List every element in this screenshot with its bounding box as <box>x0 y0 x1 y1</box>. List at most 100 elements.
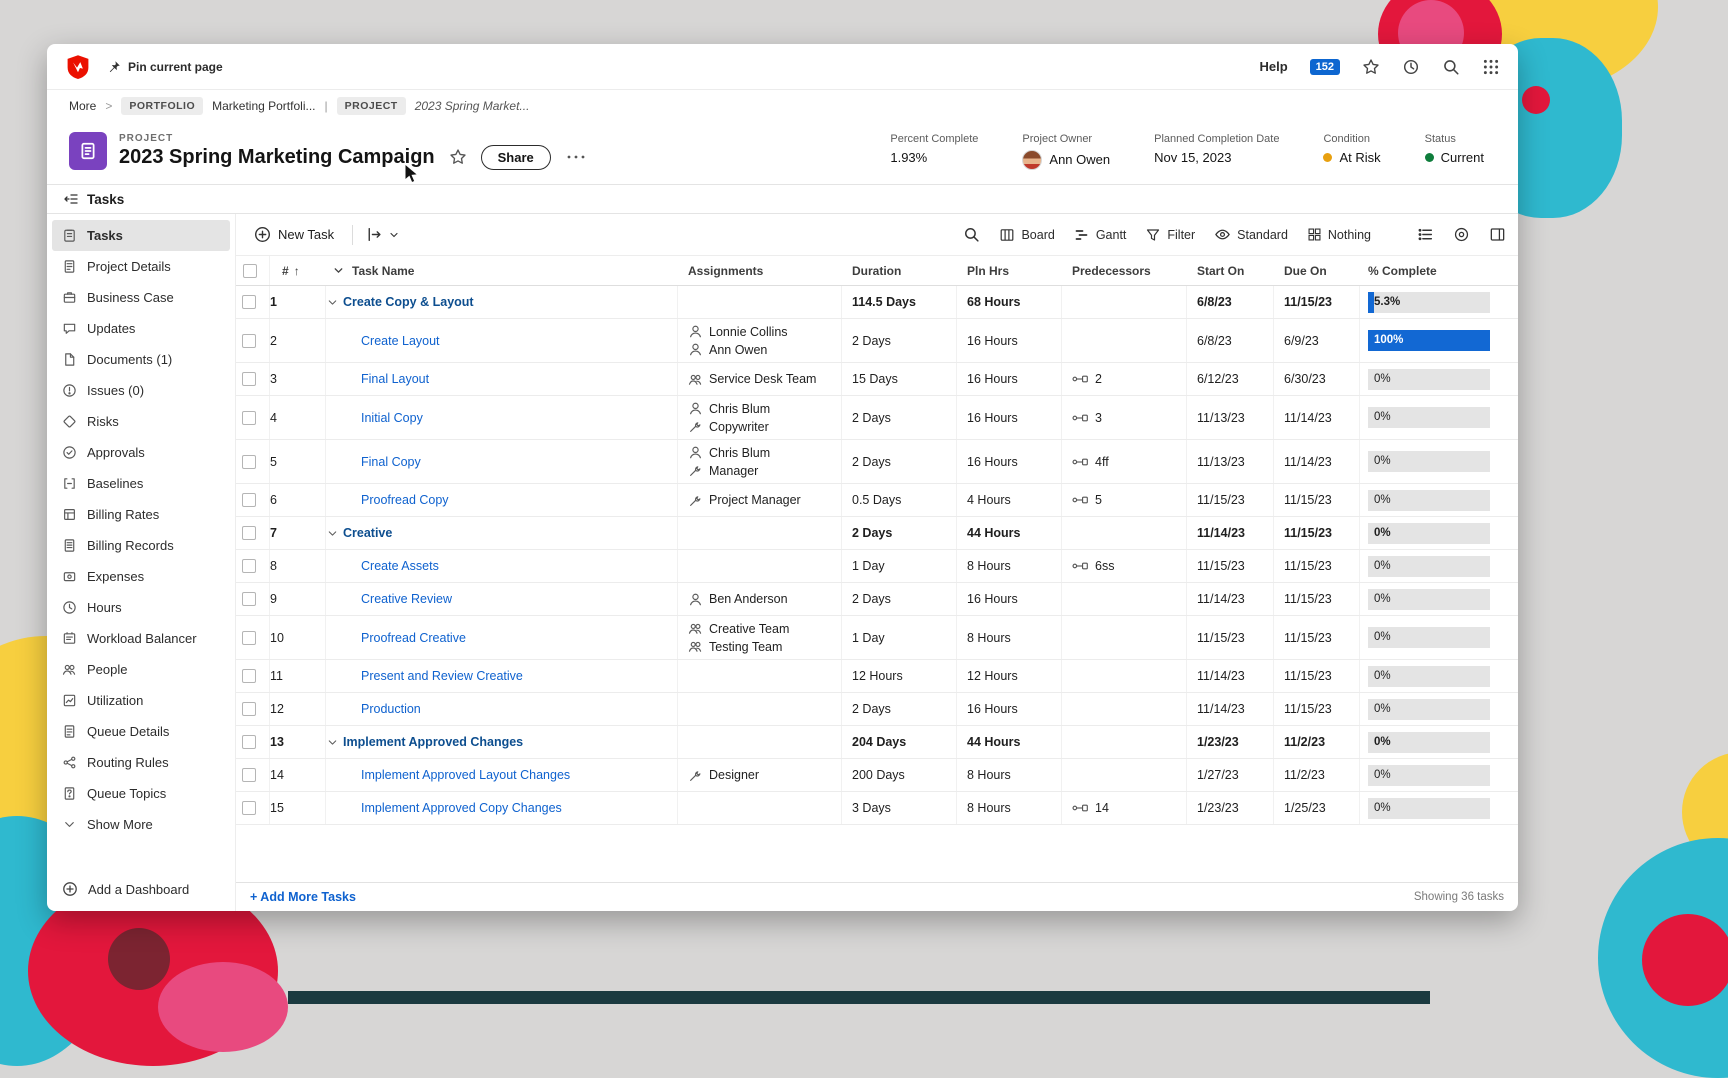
sidebar-item-project-details[interactable]: Project Details <box>52 251 230 282</box>
export-button[interactable] <box>365 226 400 243</box>
percent-complete-bar[interactable]: 0% <box>1368 369 1490 390</box>
column-start-on[interactable]: Start On <box>1197 264 1244 278</box>
percent-complete-bar[interactable]: 0% <box>1368 589 1490 610</box>
breadcrumb-portfolio[interactable]: Marketing Portfoli... <box>212 99 315 113</box>
pin-current-page-button[interactable]: Pin current page <box>107 60 223 74</box>
history-icon[interactable] <box>1402 58 1420 76</box>
percent-complete-bar[interactable]: 0% <box>1368 556 1490 577</box>
left-panel-icon[interactable] <box>63 191 79 207</box>
task-name-link[interactable]: Create Layout <box>361 334 440 348</box>
percent-complete-bar[interactable]: 0% <box>1368 666 1490 687</box>
row-checkbox[interactable] <box>242 702 256 716</box>
expand-collapse-icon[interactable] <box>326 527 339 540</box>
task-name-link[interactable]: Create Copy & Layout <box>343 295 474 309</box>
sidebar-item-billing-records[interactable]: Billing Records <box>52 530 230 561</box>
gantt-button[interactable]: Gantt <box>1074 227 1127 243</box>
sidebar-item-expenses[interactable]: Expenses <box>52 561 230 592</box>
percent-complete-bar[interactable]: 100% <box>1368 330 1490 351</box>
percent-complete-bar[interactable]: 0% <box>1368 627 1490 648</box>
task-name-link[interactable]: Implement Approved Copy Changes <box>361 801 562 815</box>
sidebar-item-risks[interactable]: Risks <box>52 406 230 437</box>
column-percent-complete[interactable]: % Complete <box>1368 264 1437 278</box>
row-checkbox[interactable] <box>242 526 256 540</box>
sidebar-item-billing-rates[interactable]: Billing Rates <box>52 499 230 530</box>
row-checkbox[interactable] <box>242 334 256 348</box>
share-button[interactable]: Share <box>481 145 551 170</box>
list-view-icon[interactable] <box>1417 226 1434 243</box>
row-checkbox[interactable] <box>242 735 256 749</box>
breadcrumb-more[interactable]: More <box>69 99 96 113</box>
table-search-icon[interactable] <box>963 226 980 243</box>
row-checkbox[interactable] <box>242 372 256 386</box>
column-number[interactable]: # <box>282 264 289 278</box>
predecessor-value[interactable]: 5 <box>1095 493 1102 507</box>
add-dashboard-button[interactable]: Add a Dashboard <box>47 867 235 911</box>
task-name-link[interactable]: Initial Copy <box>361 411 423 425</box>
search-icon[interactable] <box>1442 58 1460 76</box>
sidebar-item-queue-topics[interactable]: Queue Topics <box>52 778 230 809</box>
row-checkbox[interactable] <box>242 768 256 782</box>
add-more-tasks-link[interactable]: + Add More Tasks <box>250 890 356 904</box>
row-checkbox[interactable] <box>242 592 256 606</box>
percent-complete-bar[interactable]: 0% <box>1368 407 1490 428</box>
sidebar-item-issues-0[interactable]: Issues (0) <box>52 375 230 406</box>
task-name-link[interactable]: Create Assets <box>361 559 439 573</box>
percent-complete-bar[interactable]: 5.3% <box>1368 292 1490 313</box>
new-task-button[interactable]: New Task <box>248 226 340 243</box>
predecessor-value[interactable]: 6ss <box>1095 559 1114 573</box>
view-selector[interactable]: Standard <box>1214 226 1288 243</box>
task-name-link[interactable]: Implement Approved Changes <box>343 735 523 749</box>
task-name-link[interactable]: Production <box>361 702 421 716</box>
column-assignments[interactable]: Assignments <box>688 264 763 278</box>
sidebar-item-tasks[interactable]: Tasks <box>52 220 230 251</box>
sidebar-item-routing-rules[interactable]: Routing Rules <box>52 747 230 778</box>
sidebar-item-workload-balancer[interactable]: Workload Balancer <box>52 623 230 654</box>
percent-complete-bar[interactable]: 0% <box>1368 523 1490 544</box>
task-name-link[interactable]: Final Layout <box>361 372 429 386</box>
task-name-link[interactable]: Proofread Copy <box>361 493 449 507</box>
percent-complete-bar[interactable]: 0% <box>1368 732 1490 753</box>
column-pln-hrs[interactable]: Pln Hrs <box>967 264 1009 278</box>
help-link[interactable]: Help <box>1259 59 1287 74</box>
sidebar-item-updates[interactable]: Updates <box>52 313 230 344</box>
row-checkbox[interactable] <box>242 631 256 645</box>
predecessor-value[interactable]: 3 <box>1095 411 1102 425</box>
favorites-star-icon[interactable] <box>1362 58 1380 76</box>
predecessor-value[interactable]: 14 <box>1095 801 1109 815</box>
breadcrumb-project[interactable]: 2023 Spring Market... <box>415 99 530 113</box>
notification-badge[interactable]: 152 <box>1310 59 1340 75</box>
column-duration[interactable]: Duration <box>852 264 901 278</box>
expand-collapse-icon[interactable] <box>326 296 339 309</box>
sidebar-item-documents-1[interactable]: Documents (1) <box>52 344 230 375</box>
column-task-name[interactable]: Task Name <box>352 264 414 278</box>
task-name-link[interactable]: Present and Review Creative <box>361 669 523 683</box>
summary-circle-icon[interactable] <box>1453 226 1470 243</box>
sidebar-item-people[interactable]: People <box>52 654 230 685</box>
task-name-link[interactable]: Implement Approved Layout Changes <box>361 768 570 782</box>
expand-collapse-icon[interactable] <box>326 736 339 749</box>
predecessor-value[interactable]: 4ff <box>1095 455 1109 469</box>
sidebar-item-approvals[interactable]: Approvals <box>52 437 230 468</box>
sidebar-item-baselines[interactable]: Baselines <box>52 468 230 499</box>
favorite-star-icon[interactable] <box>449 148 467 166</box>
task-name-link[interactable]: Proofread Creative <box>361 631 466 645</box>
collapse-all-icon[interactable] <box>332 264 345 277</box>
grouping-selector[interactable]: Nothing <box>1307 227 1371 242</box>
sidebar-item-queue-details[interactable]: Queue Details <box>52 716 230 747</box>
workfront-logo-icon[interactable] <box>65 54 91 80</box>
row-checkbox[interactable] <box>242 455 256 469</box>
row-checkbox[interactable] <box>242 411 256 425</box>
percent-complete-bar[interactable]: 0% <box>1368 765 1490 786</box>
row-checkbox[interactable] <box>242 493 256 507</box>
filter-button[interactable]: Filter <box>1145 227 1195 243</box>
apps-grid-icon[interactable] <box>1482 58 1500 76</box>
board-button[interactable]: Board <box>999 227 1054 243</box>
percent-complete-bar[interactable]: 0% <box>1368 490 1490 511</box>
sidebar-item-utilization[interactable]: Utilization <box>52 685 230 716</box>
task-name-link[interactable]: Final Copy <box>361 455 421 469</box>
more-options-icon[interactable] <box>565 152 587 162</box>
right-panel-icon[interactable] <box>1489 226 1506 243</box>
percent-complete-bar[interactable]: 0% <box>1368 699 1490 720</box>
column-due-on[interactable]: Due On <box>1284 264 1327 278</box>
select-all-checkbox[interactable] <box>243 264 257 278</box>
